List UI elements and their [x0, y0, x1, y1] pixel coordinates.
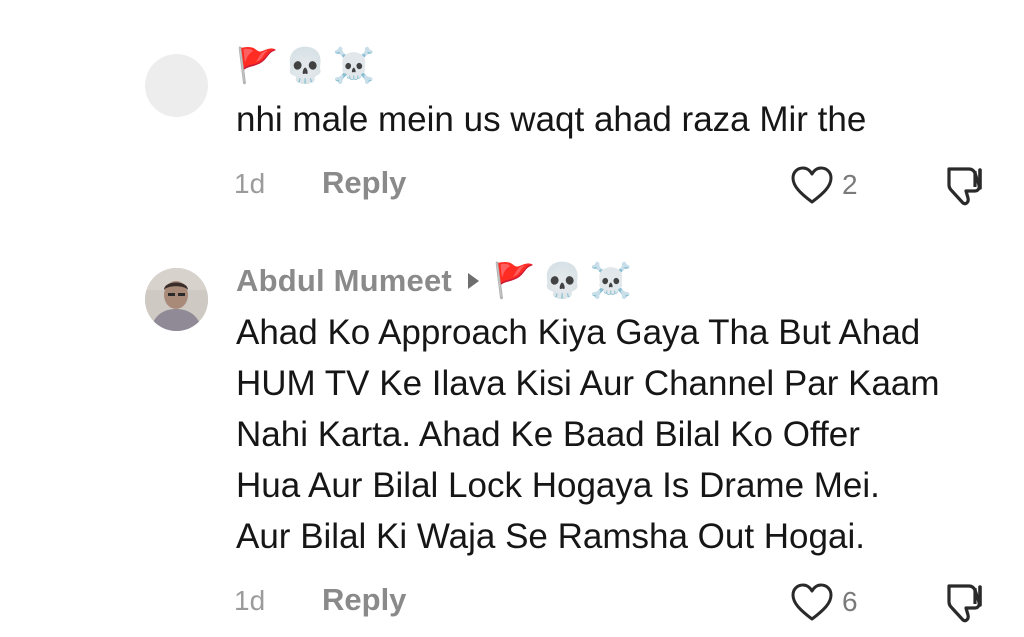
thumbs-down-icon [947, 584, 982, 623]
user-photo [145, 268, 208, 331]
avatar[interactable] [145, 268, 208, 331]
reply-button[interactable]: Reply [322, 165, 406, 201]
red-flag-emoji: 🚩 [236, 47, 279, 85]
comment-header: Abdul Mumeet 🚩 💀 ☠️ [236, 261, 638, 301]
skull-crossbones-emoji: ☠️ [589, 262, 632, 300]
like-count: 2 [842, 169, 858, 200]
dislike-button[interactable] [942, 163, 988, 214]
like-count: 6 [842, 586, 858, 617]
avatar[interactable] [145, 54, 208, 117]
comment-timestamp: 1d [234, 585, 266, 616]
heart-outline-icon [791, 166, 833, 204]
dislike-button[interactable] [942, 580, 988, 631]
skull-emoji: 💀 [284, 47, 327, 85]
skull-crossbones-emoji: ☠️ [332, 47, 376, 85]
like-button[interactable]: 2 [790, 165, 858, 205]
like-button[interactable]: 6 [790, 582, 858, 622]
red-flag-emoji: 🚩 [492, 262, 536, 300]
comment-text: Ahad Ko Approach Kiya Gaya Tha But Ahad … [236, 313, 940, 556]
caret-right-icon [467, 273, 479, 289]
heart-outline-icon [791, 583, 833, 621]
comment-header: 🚩 💀 ☠️ [236, 46, 381, 86]
comment-footer: 1d Reply 2 [0, 165, 1024, 206]
thumbs-down-icon [947, 167, 982, 206]
comment-text: nhi male mein us waqt ahad raza Mir the [236, 100, 867, 139]
comment-footer: 1d Reply 6 [0, 582, 1024, 623]
username[interactable]: Abdul Mumeet [236, 263, 452, 299]
reply-button[interactable]: Reply [322, 582, 406, 618]
skull-emoji: 💀 [541, 262, 584, 300]
comment-timestamp: 1d [234, 168, 266, 199]
